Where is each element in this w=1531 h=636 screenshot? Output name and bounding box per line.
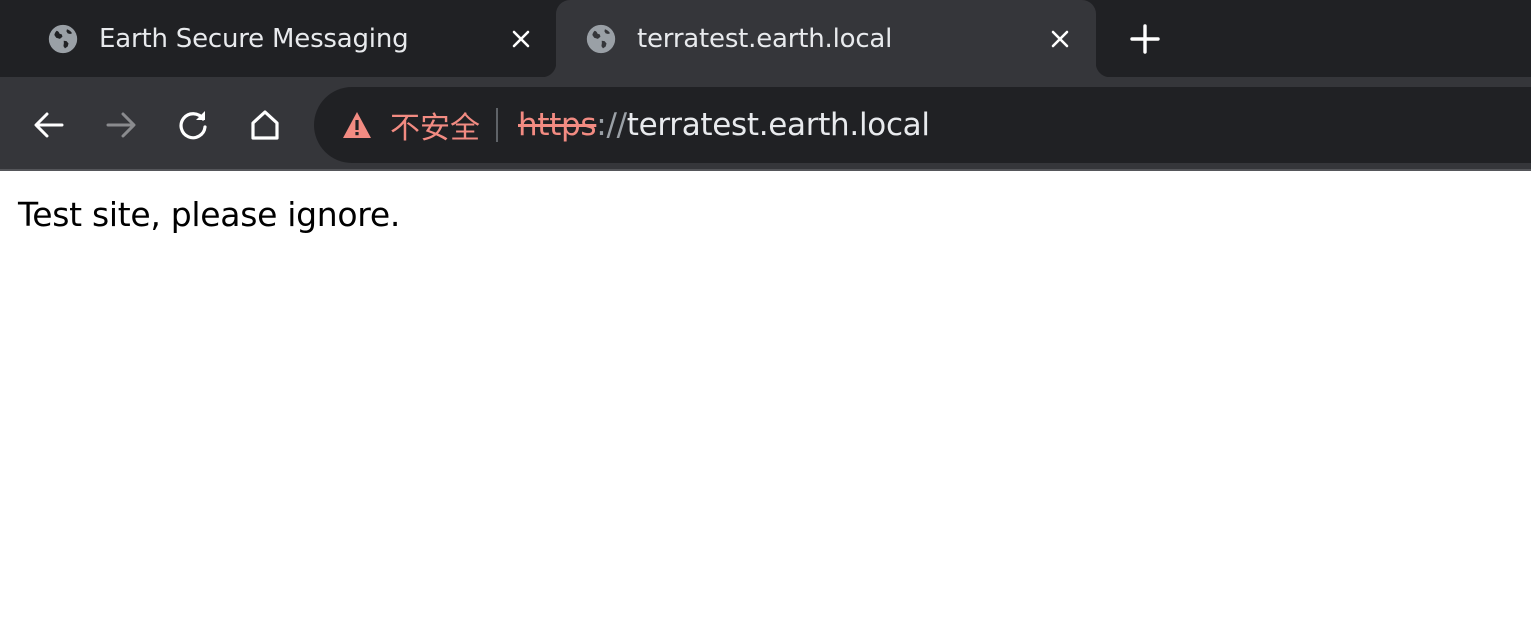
- close-tab-button[interactable]: [1045, 24, 1075, 54]
- reload-icon: [179, 111, 207, 140]
- url-scheme: https: [518, 107, 597, 143]
- tab-title: terratest.earth.local: [637, 23, 893, 54]
- page-content: Test site, please ignore.: [0, 173, 1531, 636]
- arrow-right-icon: [106, 112, 136, 138]
- close-icon: [1051, 30, 1069, 48]
- toolbar: 不安全 https://terratest.earth.local: [0, 77, 1531, 171]
- tab-strip: Earth Secure Messaging terratest.earth.l…: [0, 0, 1531, 77]
- security-label: 不安全: [390, 111, 480, 146]
- globe-icon: [48, 24, 78, 53]
- close-tab-button[interactable]: [506, 24, 536, 54]
- tab-earth-secure-messaging[interactable]: Earth Secure Messaging: [0, 0, 556, 77]
- address-bar[interactable]: 不安全 https://terratest.earth.local: [314, 87, 1531, 163]
- tab-terratest[interactable]: terratest.earth.local: [542, 0, 1110, 77]
- browser-window: Earth Secure Messaging terratest.earth.l…: [0, 0, 1531, 636]
- url-text[interactable]: https://terratest.earth.local: [518, 107, 930, 143]
- home-icon: [251, 110, 279, 140]
- security-indicator[interactable]: 不安全: [342, 87, 480, 163]
- page-body-text: Test site, please ignore.: [18, 195, 401, 234]
- url-host: terratest.earth.local: [626, 107, 930, 143]
- new-tab-button[interactable]: [1124, 18, 1166, 60]
- arrow-left-icon: [34, 112, 64, 138]
- tab-title: Earth Secure Messaging: [99, 23, 409, 54]
- back-button[interactable]: [26, 102, 72, 148]
- url-separator: ://: [596, 107, 627, 143]
- close-icon: [512, 30, 530, 48]
- omnibox-divider: [496, 108, 498, 142]
- warning-triangle-icon: [343, 112, 371, 138]
- plus-icon: [1130, 24, 1160, 54]
- forward-button[interactable]: [98, 102, 144, 148]
- reload-button[interactable]: [170, 102, 216, 148]
- home-button[interactable]: [242, 102, 288, 148]
- globe-icon: [586, 24, 616, 53]
